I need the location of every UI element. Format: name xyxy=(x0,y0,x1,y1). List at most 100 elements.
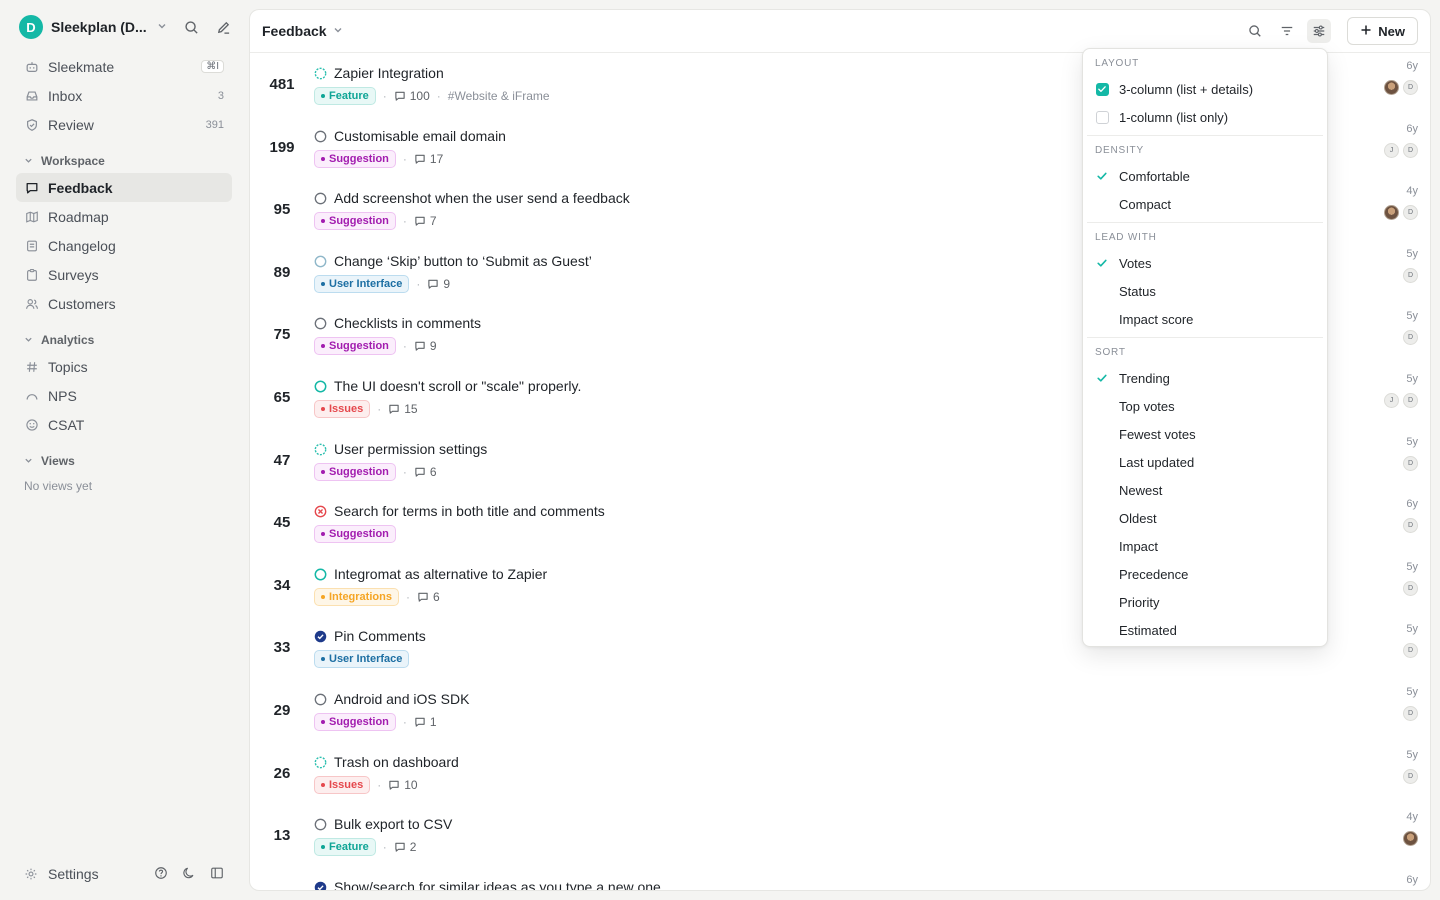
menu-item-impact[interactable]: Impact xyxy=(1087,532,1323,560)
menu-item-votes[interactable]: Votes xyxy=(1087,249,1323,277)
row-title[interactable]: Add screenshot when the user send a feed… xyxy=(334,190,630,206)
menu-item-estimated[interactable]: Estimated xyxy=(1087,616,1323,644)
sidebar-item-feedback[interactable]: Feedback xyxy=(16,173,232,202)
avatar[interactable]: D xyxy=(1403,706,1418,721)
menu-item-priority[interactable]: Priority xyxy=(1087,588,1323,616)
section-views[interactable]: Views xyxy=(16,449,232,473)
moon-icon[interactable] xyxy=(182,866,196,883)
avatar[interactable]: J xyxy=(1384,142,1399,158)
avatar[interactable] xyxy=(1403,831,1418,847)
tag-badge[interactable]: Suggestion xyxy=(314,525,396,544)
avatar[interactable] xyxy=(1384,205,1399,221)
menu-item-last-updated[interactable]: Last updated xyxy=(1087,448,1323,476)
tag-badge[interactable]: Feature xyxy=(314,87,376,105)
tag-badge[interactable]: User Interface xyxy=(314,650,410,669)
table-row[interactable]: 29 Android and iOS SDK Suggestion · 1 5y D xyxy=(250,680,1430,742)
menu-item-status[interactable]: Status xyxy=(1087,277,1323,305)
row-title[interactable]: User permission settings xyxy=(334,441,487,457)
avatar[interactable]: D xyxy=(1403,205,1418,221)
row-title[interactable]: Change ‘Skip’ button to ‘Submit as Guest… xyxy=(334,253,592,269)
chevron-down-icon[interactable] xyxy=(333,25,343,38)
avatar[interactable]: D xyxy=(1403,643,1418,659)
help-icon[interactable] xyxy=(154,866,168,883)
row-title[interactable]: Android and iOS SDK xyxy=(334,691,469,707)
menu-item-oldest[interactable]: Oldest xyxy=(1087,504,1323,532)
status-icon[interactable] xyxy=(314,568,327,581)
section-analytics[interactable]: Analytics xyxy=(16,328,232,352)
avatar[interactable]: J xyxy=(1384,393,1399,408)
tag-badge[interactable]: Integrations xyxy=(314,587,399,606)
status-icon[interactable] xyxy=(314,818,327,831)
vote-count[interactable]: 45 xyxy=(262,514,302,531)
avatar[interactable]: D xyxy=(1403,518,1418,534)
status-icon[interactable] xyxy=(314,317,327,330)
sidebar-item-sleekmate[interactable]: Sleekmate ⌘I xyxy=(16,52,232,81)
section-workspace[interactable]: Workspace xyxy=(16,149,232,173)
tag-badge[interactable]: User Interface xyxy=(314,274,410,293)
search-icon[interactable] xyxy=(1243,19,1267,43)
row-title[interactable]: Customisable email domain xyxy=(334,128,506,144)
menu-item-compact[interactable]: Compact xyxy=(1087,190,1323,218)
menu-item-impact-score[interactable]: Impact score xyxy=(1087,305,1323,333)
vote-count[interactable]: 26 xyxy=(262,765,302,782)
status-icon[interactable] xyxy=(314,380,327,393)
vote-count[interactable]: 481 xyxy=(262,76,302,93)
settings-button[interactable]: Settings xyxy=(24,866,99,882)
status-icon[interactable] xyxy=(314,756,327,769)
status-icon[interactable] xyxy=(314,192,327,205)
menu-item-newest[interactable]: Newest xyxy=(1087,476,1323,504)
sidebar-item-changelog[interactable]: Changelog xyxy=(16,231,232,260)
filter-icon[interactable] xyxy=(1275,19,1299,43)
status-icon[interactable] xyxy=(314,255,327,268)
page-title[interactable]: Feedback xyxy=(262,23,327,39)
vote-count[interactable]: 65 xyxy=(262,389,302,406)
avatar[interactable]: D xyxy=(1403,330,1418,346)
row-title[interactable]: Integromat as alternative to Zapier xyxy=(334,566,547,582)
row-title[interactable]: Trash on dashboard xyxy=(334,754,459,770)
vote-count[interactable]: 29 xyxy=(262,702,302,719)
row-title[interactable]: Show/search for similar ideas as you typ… xyxy=(334,879,661,890)
sidebar-item-review[interactable]: Review 391 xyxy=(16,110,232,139)
vote-count[interactable]: 89 xyxy=(262,264,302,281)
menu-item-3-column-list-details[interactable]: 3-column (list + details) xyxy=(1087,75,1323,103)
vote-count[interactable]: 75 xyxy=(262,326,302,343)
table-row[interactable]: Show/search for similar ideas as you typ… xyxy=(250,868,1430,890)
row-title[interactable]: Checklists in comments xyxy=(334,315,481,331)
vote-count[interactable]: 199 xyxy=(262,139,302,156)
tag-badge[interactable]: Suggestion xyxy=(314,212,396,231)
avatar[interactable]: D xyxy=(1403,80,1418,95)
status-icon[interactable] xyxy=(314,881,327,890)
status-icon[interactable] xyxy=(314,505,327,518)
sidebar-item-inbox[interactable]: Inbox 3 xyxy=(16,81,232,110)
search-icon[interactable] xyxy=(182,18,200,36)
compose-icon[interactable] xyxy=(214,18,232,36)
row-title[interactable]: Search for terms in both title and comme… xyxy=(334,503,605,519)
row-title[interactable]: Bulk export to CSV xyxy=(334,816,452,832)
sidebar-item-customers[interactable]: Customers xyxy=(16,289,232,318)
tag-badge[interactable]: Feature xyxy=(314,838,376,857)
row-title[interactable]: The UI doesn't scroll or "scale" properl… xyxy=(334,378,581,394)
sidebar-toggle-icon[interactable] xyxy=(210,866,224,883)
avatar[interactable]: D xyxy=(1403,455,1418,471)
avatar[interactable]: D xyxy=(1403,142,1418,158)
menu-item-top-votes[interactable]: Top votes xyxy=(1087,392,1323,420)
status-icon[interactable] xyxy=(314,693,327,706)
tag-badge[interactable]: Suggestion xyxy=(314,462,396,481)
menu-item-fewest-votes[interactable]: Fewest votes xyxy=(1087,420,1323,448)
avatar[interactable]: D xyxy=(1403,768,1418,784)
sidebar-item-nps[interactable]: NPS xyxy=(16,381,232,410)
avatar[interactable] xyxy=(1384,80,1399,95)
row-title[interactable]: Zapier Integration xyxy=(334,65,444,81)
vote-count[interactable]: 33 xyxy=(262,639,302,656)
status-icon[interactable] xyxy=(314,630,327,643)
new-button[interactable]: New xyxy=(1347,17,1418,45)
tag-badge[interactable]: Suggestion xyxy=(314,337,396,356)
avatar[interactable]: D xyxy=(1403,267,1418,283)
tag-badge[interactable]: Suggestion xyxy=(314,149,396,168)
tag-badge[interactable]: Suggestion xyxy=(314,713,396,731)
sidebar-item-csat[interactable]: CSAT xyxy=(16,410,232,439)
vote-count[interactable]: 34 xyxy=(262,577,302,594)
status-icon[interactable] xyxy=(314,443,327,456)
vote-count[interactable]: 95 xyxy=(262,201,302,218)
vote-count[interactable]: 13 xyxy=(262,827,302,844)
